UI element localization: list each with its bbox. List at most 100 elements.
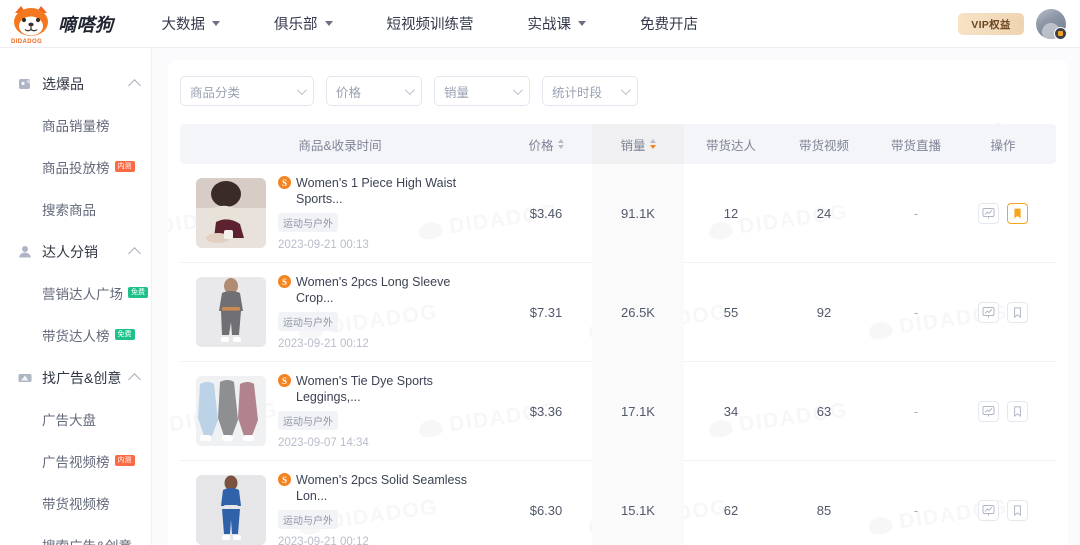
chevron-down-icon bbox=[512, 84, 523, 95]
chevron-down-icon bbox=[212, 21, 220, 26]
product-cell[interactable]: S Women's 1 Piece High Waist Sports... 运… bbox=[180, 164, 500, 263]
sidebar-group-header-pick-hot[interactable]: 选爆品 bbox=[0, 64, 151, 104]
nav-item-label: 短视频训练营 bbox=[386, 17, 474, 33]
top-nav-items: 大数据 俱乐部 短视频训练营 实战课 免费开店 bbox=[158, 13, 703, 34]
person-icon bbox=[16, 244, 33, 261]
table-header-row: 商品&收录时间 价格 销量 带货达人 带货视频 带货直播 操作 bbox=[180, 124, 1056, 164]
sidebar-item-label: 商品投放榜 bbox=[42, 161, 110, 176]
sidebar-item-product-ads-rank[interactable]: 商品投放榜 内测 bbox=[0, 146, 151, 188]
price-cell: $6.30 bbox=[529, 502, 563, 518]
bookmark-icon[interactable] bbox=[1007, 499, 1028, 521]
column-header-product: 商品&收录时间 bbox=[180, 124, 500, 164]
column-header-sales[interactable]: 销量 bbox=[592, 124, 684, 164]
shiba-dog-logo-icon: DIDADOG bbox=[8, 3, 54, 45]
monitor-chart-icon[interactable] bbox=[978, 499, 999, 521]
badge-beta: 内测 bbox=[114, 454, 135, 466]
sidebar-item-search-ads-creative[interactable]: 搜索广告&创意 bbox=[0, 524, 151, 545]
column-header-actions: 操作 bbox=[962, 124, 1044, 164]
category-filter-select[interactable]: 商品分类 bbox=[180, 76, 314, 106]
table-row[interactable]: S Women's 1 Piece High Waist Sports... 运… bbox=[180, 163, 1056, 263]
sidebar-group-pick-hot: 选爆品 商品销量榜 商品投放榜 内测 搜索商品 bbox=[0, 64, 151, 230]
product-info: S Women's 1 Piece High Waist Sports... 运… bbox=[278, 175, 478, 251]
sales-cell: 26.5K bbox=[592, 262, 684, 362]
product-category-tag: 运动与户外 bbox=[278, 510, 338, 529]
product-cell[interactable]: S Women's 2pcs Long Sleeve Crop... 运动与户外… bbox=[180, 263, 500, 362]
bookmark-icon[interactable] bbox=[1007, 400, 1028, 422]
sidebar-group-header-creator-distribution[interactable]: 达人分销 bbox=[0, 232, 151, 272]
price-filter-select[interactable]: 价格 bbox=[326, 76, 422, 106]
nav-item-free-store[interactable]: 免费开店 bbox=[636, 13, 702, 34]
column-label: 销量 bbox=[620, 138, 646, 153]
product-info: S Women's Tie Dye Sports Leggings,... 运动… bbox=[278, 373, 478, 449]
monitor-chart-icon[interactable] bbox=[978, 301, 999, 323]
table-row[interactable]: S Women's 2pcs Solid Seamless Lon... 运动与… bbox=[180, 460, 1056, 545]
sidebar-item-label: 广告视频榜 bbox=[42, 455, 110, 470]
product-collect-time: 2023-09-21 00:12 bbox=[278, 536, 369, 545]
table-row[interactable]: S Women's 2pcs Long Sleeve Crop... 运动与户外… bbox=[180, 262, 1056, 362]
sidebar-item-ad-video-rank[interactable]: 广告视频榜 内测 bbox=[0, 440, 151, 482]
sidebar-group-label: 选爆品 bbox=[42, 76, 84, 92]
product-title: S Women's Tie Dye Sports Leggings,... bbox=[278, 373, 478, 405]
creators-cell: 12 bbox=[723, 205, 739, 221]
nav-item-bigdata[interactable]: 大数据 bbox=[158, 13, 225, 34]
sidebar-item-search-product[interactable]: 搜索商品 bbox=[0, 188, 151, 230]
product-thumbnail bbox=[196, 376, 266, 446]
column-header-price[interactable]: 价格 bbox=[500, 124, 592, 164]
megaphone-icon bbox=[16, 370, 33, 387]
column-label: 商品&收录时间 bbox=[298, 138, 382, 153]
sort-toggle-sales[interactable] bbox=[649, 139, 656, 149]
price-cell: $7.31 bbox=[529, 304, 563, 320]
sort-toggle-price[interactable] bbox=[557, 139, 564, 149]
period-filter-select[interactable]: 统计时段 bbox=[542, 76, 638, 106]
product-thumbnail bbox=[196, 178, 266, 248]
badge-free: 免费 bbox=[128, 286, 148, 298]
product-table: 商品&收录时间 价格 销量 带货达人 带货视频 带货直播 操作 S Women'… bbox=[168, 124, 1068, 545]
sidebar-item-product-sales-rank[interactable]: 商品销量榜 bbox=[0, 104, 151, 146]
sidebar-item-label: 商品销量榜 bbox=[42, 119, 110, 134]
sidebar-group-header-find-ads[interactable]: 找广告&创意 bbox=[0, 358, 151, 398]
sidebar-item-sales-video-rank[interactable]: 带货视频榜 bbox=[0, 482, 151, 524]
chevron-down-icon bbox=[324, 21, 333, 26]
app-root: DIDADOG 嘀嗒狗 大数据 俱乐部 短视频训练营 实战课 免费开店 VIP权… bbox=[0, 0, 1080, 545]
sidebar-item-marketing-creator-plaza[interactable]: 营销达人广场 免费 bbox=[0, 272, 151, 314]
main-content: DIDADOG DIDADOG DIDADOG DIDADOG DIDADOG … bbox=[152, 48, 1080, 545]
nav-item-club[interactable]: 俱乐部 bbox=[270, 13, 337, 34]
sidebar-item-ads-overview[interactable]: 广告大盘 bbox=[0, 398, 151, 440]
sales-cell: 17.1K bbox=[592, 361, 684, 461]
product-title-text: Women's Tie Dye Sports Leggings,... bbox=[296, 374, 433, 404]
monitor-chart-icon[interactable] bbox=[978, 400, 999, 422]
product-cell[interactable]: S Women's 2pcs Solid Seamless Lon... 运动与… bbox=[180, 461, 500, 545]
sidebar-item-label: 带货达人榜 bbox=[42, 329, 110, 344]
sort-asc-icon bbox=[557, 139, 564, 143]
nav-item-shortvideo-camp[interactable]: 短视频训练营 bbox=[383, 13, 478, 34]
product-cell[interactable]: S Women's Tie Dye Sports Leggings,... 运动… bbox=[180, 362, 500, 461]
shop-badge-icon: S bbox=[278, 473, 291, 486]
brand-name: 嘀嗒狗 bbox=[58, 14, 114, 35]
product-title-text: Women's 2pcs Solid Seamless Lon... bbox=[296, 473, 467, 503]
column-label: 价格 bbox=[528, 138, 554, 153]
sales-cell: 15.1K bbox=[592, 460, 684, 545]
sort-asc-icon bbox=[649, 139, 656, 143]
sidebar-group-find-ads: 找广告&创意 广告大盘 广告视频榜 内测 带货视频榜 搜索广告&创意 bbox=[0, 358, 151, 545]
nav-item-practice-course[interactable]: 实战课 bbox=[524, 13, 591, 34]
content-panel: DIDADOG DIDADOG DIDADOG DIDADOG DIDADOG … bbox=[168, 60, 1068, 545]
sidebar-item-sales-creator-rank[interactable]: 带货达人榜 免费 bbox=[0, 314, 151, 356]
sort-desc-icon bbox=[649, 145, 656, 149]
sales-filter-select[interactable]: 销量 bbox=[434, 76, 530, 106]
actions-cell bbox=[962, 362, 1044, 461]
product-category-tag: 运动与户外 bbox=[278, 213, 338, 232]
actions-cell bbox=[962, 461, 1044, 545]
flame-pick-icon bbox=[16, 76, 33, 93]
brand-logo-area[interactable]: DIDADOG 嘀嗒狗 bbox=[8, 3, 114, 45]
bookmark-icon[interactable] bbox=[1007, 301, 1028, 323]
shop-badge-icon: S bbox=[278, 374, 291, 387]
filter-label: 销量 bbox=[444, 85, 470, 100]
monitor-chart-icon[interactable] bbox=[978, 202, 999, 224]
avatar-badge-icon bbox=[1054, 27, 1067, 40]
bookmark-icon[interactable] bbox=[1007, 202, 1028, 224]
creators-cell: 55 bbox=[723, 304, 739, 320]
table-row[interactable]: S Women's Tie Dye Sports Leggings,... 运动… bbox=[180, 361, 1056, 461]
vip-benefits-button[interactable]: VIP权益 bbox=[958, 13, 1024, 35]
chevron-up-icon bbox=[128, 373, 141, 386]
avatar[interactable] bbox=[1036, 9, 1067, 40]
